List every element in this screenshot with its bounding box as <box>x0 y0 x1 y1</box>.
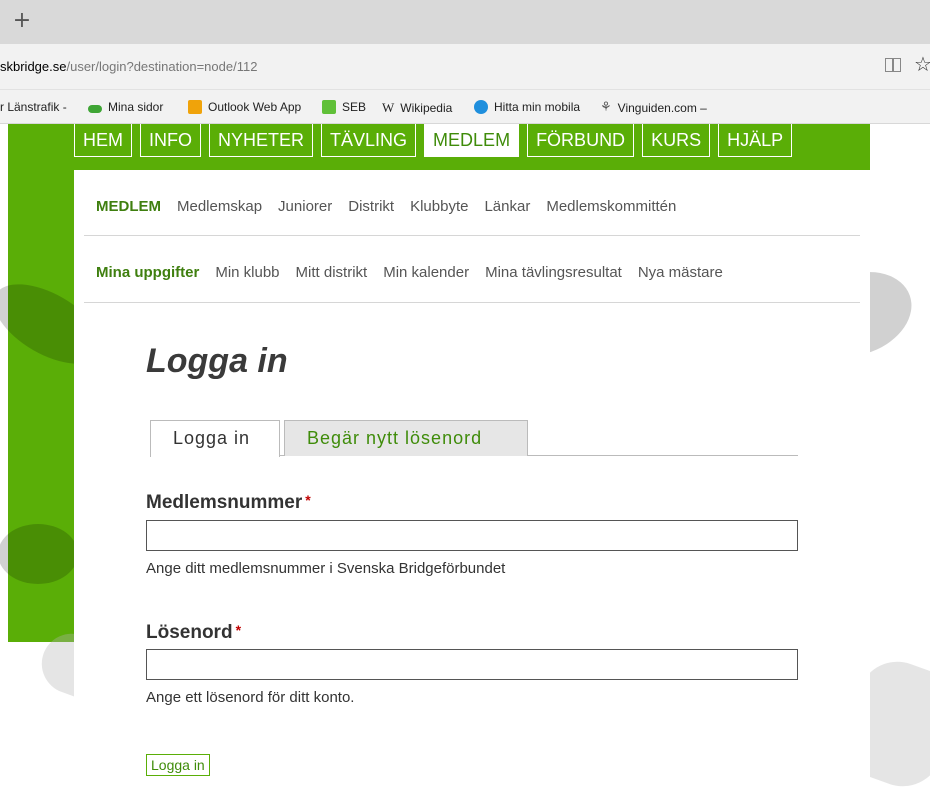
wikipedia-icon: W <box>382 100 395 115</box>
reading-view-icon[interactable] <box>884 56 902 74</box>
favorite-label: Wikipedia <box>400 101 453 115</box>
subnav-medlem[interactable]: MEDLEM <box>96 198 161 215</box>
main-navigation: HEM INFO NYHETER TÄVLING MEDLEM FÖRBUND … <box>74 124 793 158</box>
url-host: skbridge.se <box>0 59 67 74</box>
nav-medlem[interactable]: MEDLEM <box>424 124 520 157</box>
required-marker: * <box>305 492 311 508</box>
nav-info[interactable]: INFO <box>140 124 201 157</box>
login-tabs: Logga in Begär nytt lösenord <box>150 420 798 457</box>
member-number-label: Medlemsnummer * <box>146 492 311 514</box>
favorite-wikipedia[interactable]: W Wikipedia <box>382 100 452 116</box>
favorite-outlook[interactable]: Outlook Web App <box>188 100 301 114</box>
nav-hjalp[interactable]: HJÄLP <box>718 124 793 157</box>
subnav-distrikt[interactable]: Distrikt <box>348 198 394 215</box>
globe-icon <box>474 100 488 114</box>
subnav-mina-tavlingsresultat[interactable]: Mina tävlingsresultat <box>485 264 622 281</box>
page-title: Logga in <box>146 342 288 380</box>
favorite-label: r Länstrafik - <box>0 100 67 114</box>
subnav-nya-mastare[interactable]: Nya mästare <box>638 264 723 281</box>
seb-icon <box>322 100 336 114</box>
subnav-mitt-distrikt[interactable]: Mitt distrikt <box>296 264 368 281</box>
favorite-label: Hitta min mobila <box>494 100 581 114</box>
address-bar[interactable]: skbridge.se/user/login?destination=node/… <box>0 44 930 90</box>
section-navigation: MEDLEM Medlemskap Juniorer Distrikt Klub… <box>96 192 892 220</box>
subnav-medlemskommitten[interactable]: Medlemskommittén <box>546 198 676 215</box>
subnav-juniorer[interactable]: Juniorer <box>278 198 332 215</box>
content-panel: MEDLEM Medlemskap Juniorer Distrikt Klub… <box>74 170 870 796</box>
favorite-star-icon[interactable]: ☆ <box>914 52 930 76</box>
favorite-mina-sidor[interactable]: Mina sidor <box>88 100 163 114</box>
subnav-mina-uppgifter[interactable]: Mina uppgifter <box>96 264 199 281</box>
outlook-icon <box>188 100 202 114</box>
member-number-description: Ange ditt medlemsnummer i Svenska Bridge… <box>146 560 506 577</box>
tab-begar-nytt-losenord[interactable]: Begär nytt lösenord <box>284 420 528 456</box>
nav-forbund[interactable]: FÖRBUND <box>527 124 635 157</box>
nav-hem[interactable]: HEM <box>74 124 132 157</box>
subnav-min-kalender[interactable]: Min kalender <box>383 264 469 281</box>
subnav-lankar[interactable]: Länkar <box>484 198 530 215</box>
subnav-klubbyte[interactable]: Klubbyte <box>410 198 468 215</box>
login-submit-button[interactable]: Logga in <box>146 754 210 776</box>
favorite-label: Mina sidor <box>108 100 164 114</box>
divider <box>84 302 860 303</box>
subnav-min-klubb[interactable]: Min klubb <box>215 264 279 281</box>
nav-kurs[interactable]: KURS <box>642 124 711 157</box>
nav-nyheter[interactable]: NYHETER <box>209 124 314 157</box>
favorite-seb[interactable]: SEB <box>322 100 366 114</box>
favorite-label: Outlook Web App <box>208 100 302 114</box>
member-navigation: Mina uppgifter Min klubb Mitt distrikt M… <box>96 258 892 286</box>
url-text[interactable]: skbridge.se/user/login?destination=node/… <box>0 59 257 74</box>
subnav-medlemskap[interactable]: Medlemskap <box>177 198 262 215</box>
decorative-shadow <box>0 524 78 584</box>
browser-tab-strip: + <box>0 0 930 44</box>
member-number-input[interactable] <box>146 520 798 551</box>
favorite-vinguiden[interactable]: ⚘ Vinguiden.com – <box>600 100 707 115</box>
tab-logga-in[interactable]: Logga in <box>150 420 280 457</box>
password-label: Lösenord * <box>146 622 241 644</box>
required-marker: * <box>235 622 242 638</box>
favorite-label: Vinguiden.com – <box>617 100 707 115</box>
url-path: /user/login?destination=node/112 <box>66 59 258 74</box>
vinguiden-icon: ⚘ <box>600 100 612 115</box>
member-number-label-text: Medlemsnummer <box>146 492 303 513</box>
password-label-text: Lösenord <box>146 622 233 643</box>
nav-tavling[interactable]: TÄVLING <box>321 124 417 157</box>
password-input[interactable] <box>146 649 798 680</box>
favorite-hitta-min-mobila[interactable]: Hitta min mobila <box>474 100 580 114</box>
new-tab-icon[interactable]: + <box>8 8 36 36</box>
green-pill-icon <box>88 104 102 113</box>
password-description: Ange ett lösenord för ditt konto. <box>146 689 355 706</box>
web-page: HEM INFO NYHETER TÄVLING MEDLEM FÖRBUND … <box>0 124 930 796</box>
divider <box>84 235 860 236</box>
favorites-bar: r Länstrafik - Mina sidor Outlook Web Ap… <box>0 90 930 124</box>
favorite-lanstrafik[interactable]: r Länstrafik - <box>0 100 67 114</box>
favorite-label: SEB <box>342 100 367 114</box>
